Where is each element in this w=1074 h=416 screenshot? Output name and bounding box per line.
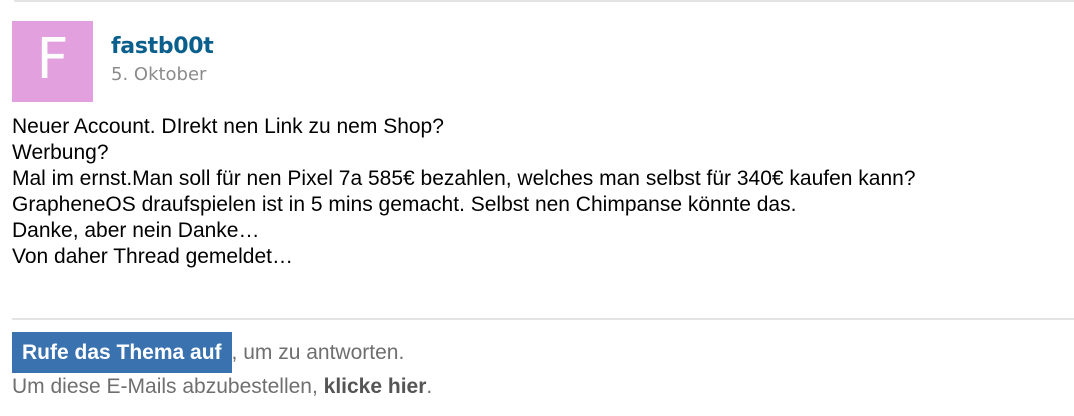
unsubscribe-notice: Um diese E-Mails abzubestellen, klicke h… — [12, 374, 432, 400]
footer-divider — [12, 318, 1074, 320]
unsubscribe-suffix-text: . — [426, 375, 433, 398]
post-line: Werbung? — [12, 141, 109, 164]
author-name-link[interactable]: fastb00t — [111, 36, 214, 58]
post-line: Mal im ernst.Man soll für nen Pixel 7a 5… — [12, 167, 916, 190]
post-date: 5. Oktober — [111, 64, 207, 85]
unsubscribe-prefix-text: Um diese E-Mails abzubestellen, — [12, 375, 324, 398]
avatar-letter: F — [36, 26, 69, 92]
post-line: Neuer Account. DIrekt nen Link zu nem Sh… — [12, 115, 444, 138]
unsubscribe-link[interactable]: klicke hier — [324, 375, 427, 398]
reply-suffix-text: , um zu antworten. — [231, 340, 405, 364]
view-topic-button[interactable]: Rufe das Thema auf — [12, 332, 232, 373]
post-line: Danke, aber nein Danke… — [12, 219, 260, 242]
reply-prompt: Rufe das Thema auf, um zu antworten. — [12, 332, 404, 373]
top-divider — [14, 0, 1074, 2]
post-line: GrapheneOS draufspielen ist in 5 mins ge… — [12, 193, 797, 216]
post-body: Neuer Account. DIrekt nen Link zu nem Sh… — [12, 114, 916, 270]
avatar[interactable]: F — [12, 21, 93, 102]
post-line: Von daher Thread gemeldet… — [12, 245, 293, 268]
